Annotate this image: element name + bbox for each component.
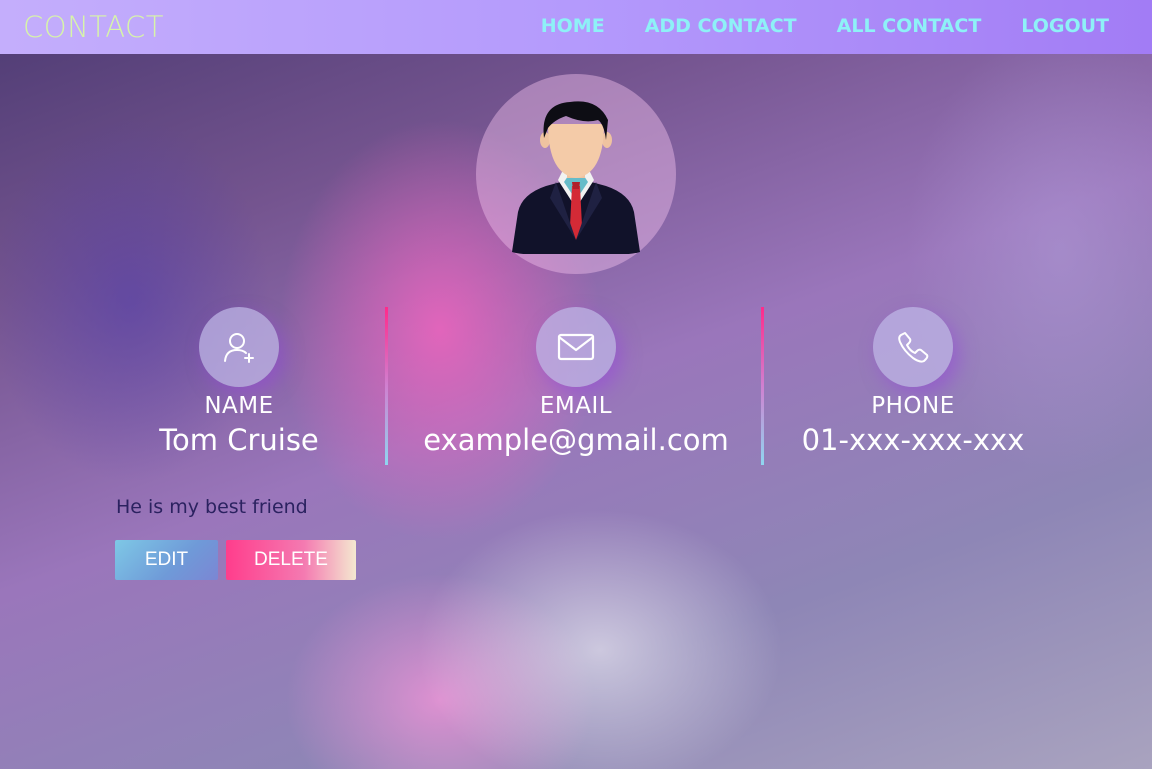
phone-label: PHONE	[871, 393, 955, 419]
add-user-icon	[224, 333, 254, 363]
nav-link-logout[interactable]: LOGOUT	[1021, 15, 1109, 37]
name-icon-badge	[199, 307, 279, 387]
phone-icon	[898, 332, 929, 363]
delete-button[interactable]: DELETE	[226, 540, 356, 580]
divider-left	[385, 307, 388, 465]
contact-note: He is my best friend	[116, 496, 308, 518]
email-label: EMAIL	[539, 393, 613, 419]
nav-link-add-contact[interactable]: ADD CONTACT	[645, 15, 797, 37]
nav-links: HOME ADD CONTACT ALL CONTACT LOGOUT	[541, 15, 1109, 37]
phone-icon-badge	[873, 307, 953, 387]
email-icon-badge	[536, 307, 616, 387]
email-value: example@gmail.com	[423, 423, 729, 457]
name-section: NAME Tom Cruise	[74, 307, 404, 457]
name-value: Tom Cruise	[159, 423, 319, 457]
email-section: EMAIL example@gmail.com	[411, 307, 741, 457]
navbar: CONTACT HOME ADD CONTACT ALL CONTACT LOG…	[0, 0, 1152, 54]
phone-value: 01-xxx-xxx-xxx	[801, 423, 1025, 457]
nav-link-home[interactable]: HOME	[541, 15, 605, 37]
nav-link-all-contact[interactable]: ALL CONTACT	[837, 15, 982, 37]
brand-logo[interactable]: CONTACT	[23, 10, 164, 44]
avatar	[476, 74, 676, 274]
phone-section: PHONE 01-xxx-xxx-xxx	[748, 307, 1078, 457]
envelope-icon	[557, 333, 595, 361]
name-label: NAME	[204, 393, 274, 419]
person-avatar-icon	[512, 101, 640, 254]
edit-button[interactable]: EDIT	[115, 540, 218, 580]
